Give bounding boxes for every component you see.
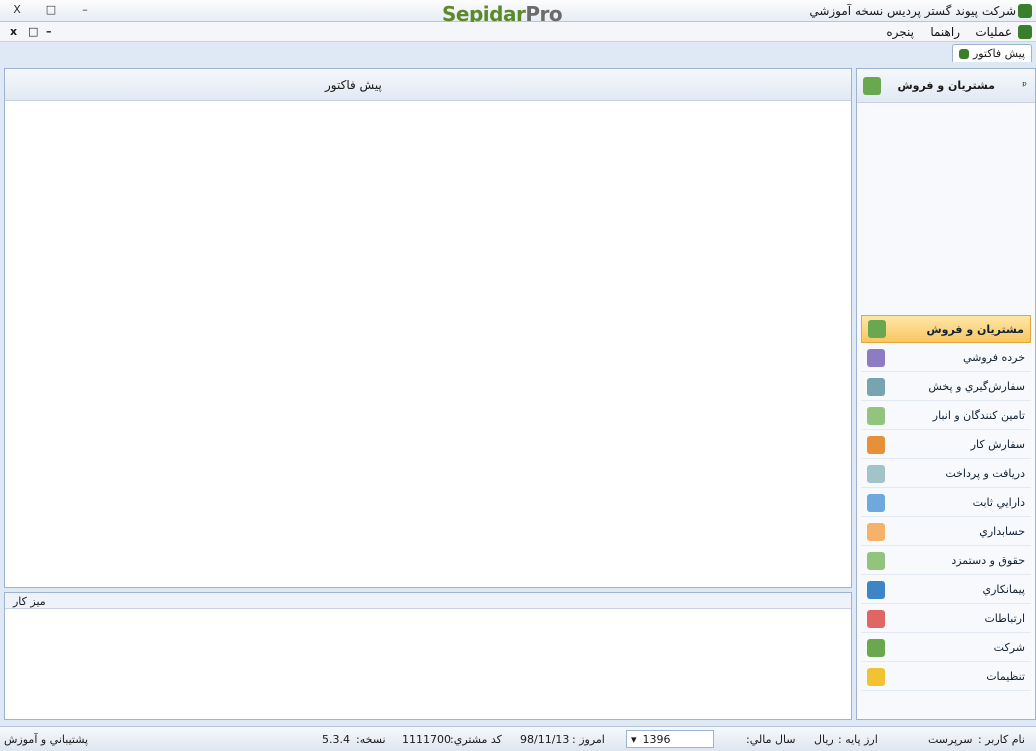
sidebar-item-label: حقوق و دستمزد [951,554,1025,567]
document-tabs: پيش فاكتور [0,42,1036,64]
support-link[interactable]: پشتيباني و آموزش [4,733,88,746]
sidebar-item-12[interactable]: تنظيمات [861,663,1031,691]
sidebar-item-8[interactable]: حقوق و دستمزد [861,547,1031,575]
today-value: 98/11/13 [520,733,570,746]
doc-tab-label: پيش فاكتور [972,47,1025,60]
sidebar-item-label: تامين كنندگان و انبار [932,409,1025,422]
company-icon [867,638,885,657]
asset-icon [867,493,885,512]
sidebar-item-label: سفارش‌گيري و پخش [928,380,1025,393]
sidebar-item-0[interactable]: مشتريان و فروش [861,315,1031,343]
sidebar-item-9[interactable]: پيمانكاري [861,576,1031,604]
sidebar-item-3[interactable]: تامين كنندگان و انبار [861,402,1031,430]
customer-code-value: 1111700 [402,733,451,746]
menu-bar: x □ – عمليات راهنما پنجره [0,22,1036,42]
sidebar-item-label: پيمانكاري [982,583,1025,596]
customer-code-label: كد مشتري: [450,733,502,746]
settings-icon [867,667,885,686]
sidebar-item-11[interactable]: شركت [861,634,1031,662]
sidebar-item-5[interactable]: دريافت و پرداخت [861,460,1031,488]
main-sidebar: ᵖ مشتريان و فروش مشتريان و فروش خرده فروش… [856,68,1036,720]
fiscal-year-label: سال مالي: [746,733,796,746]
work-order-icon [867,435,885,454]
sidebar-item-label: سفارش كار [970,438,1025,451]
pre-invoice-window: پيش فاكتور [4,68,852,588]
fiscal-year-value: 1396 [642,732,671,746]
fiscal-year-select[interactable]: ▾ 1396 [626,730,714,748]
accounting-icon [867,522,885,541]
version-label: نسخه: [356,733,386,746]
workspace-titlebar: پيش فاكتور [5,69,851,101]
sidebar-item-label: خرده فروشي [962,351,1025,364]
title-bar: X □ – SepidarPro شركت پيوند گستر پرديس ن… [0,0,1036,26]
app-icon [1018,4,1032,18]
sidebar-item-2[interactable]: سفارش‌گيري و پخش [861,373,1031,401]
workspace-title: پيش فاكتور [325,78,382,92]
retail-icon [867,348,885,367]
inner-close-button[interactable]: x [10,25,17,38]
contracting-icon [867,580,885,599]
doc-tab-pre-invoice[interactable]: پيش فاكتور [951,44,1032,62]
version-value: 5.3.4 [322,733,350,746]
inner-restore-button[interactable]: □ [28,25,38,38]
sidebar-item-label: حسابداري [979,525,1025,538]
sidebar-item-label: شركت [993,641,1025,654]
menu-app-icon [1018,25,1032,39]
chevron-down-icon: ▾ [631,732,637,746]
status-bar: پشتيباني و آموزش 5.3.4 نسخه: 1111700 كد … [0,726,1036,751]
sidebar-item-7[interactable]: حسابداري [861,518,1031,546]
sidebar-item-label: مشتريان و فروش [926,322,1024,336]
today-label: امروز : [572,733,605,746]
sidebar-pin-icon[interactable]: ᵖ [1022,79,1027,92]
sidebar-item-label: دريافت و پرداخت [945,467,1025,480]
sidebar-item-label: دارايي ثابت [972,496,1025,509]
desk-panel: ميز كار [4,592,852,720]
sidebar-item-4[interactable]: سفارش كار [861,431,1031,459]
restore-window-button[interactable]: □ [44,3,58,17]
sidebar-header-title: مشتريان و فروش [897,79,995,92]
inner-minimize-button[interactable]: – [46,25,52,38]
user-label: نام كاربر : [978,733,1025,746]
sidebar-item-10[interactable]: ارتباطات [861,605,1031,633]
user-value: سرپرست [928,733,973,746]
sidebar-header: ᵖ مشتريان و فروش [857,69,1035,103]
distribution-icon [867,377,885,396]
payroll-icon [867,551,885,570]
suppliers-icon [867,406,885,425]
payment-icon [867,464,885,483]
window-title: شركت پيوند گستر پرديس نسخه آموزشي [809,4,1016,18]
customers-sales-icon [868,320,886,338]
menu-window[interactable]: پنجره [886,25,914,39]
minimize-window-button[interactable]: – [78,3,92,17]
sidebar-item-label: ارتباطات [984,612,1025,625]
sidebar-item-1[interactable]: خرده فروشي [861,344,1031,372]
menu-operations[interactable]: عمليات [975,25,1012,39]
base-currency-value: ريال [814,733,834,746]
sidebar-item-label: تنظيمات [986,670,1025,683]
doc-tab-icon [958,48,969,59]
desk-title: ميز كار [13,595,46,608]
sidebar-header-icon [863,77,881,95]
menu-help[interactable]: راهنما [930,25,960,39]
sidebar-item-6[interactable]: دارايي ثابت [861,489,1031,517]
desk-titlebar: ميز كار [5,593,851,609]
close-window-button[interactable]: X [10,3,24,17]
base-currency-label: ارز پايه : [838,733,878,746]
communication-icon [867,609,885,628]
